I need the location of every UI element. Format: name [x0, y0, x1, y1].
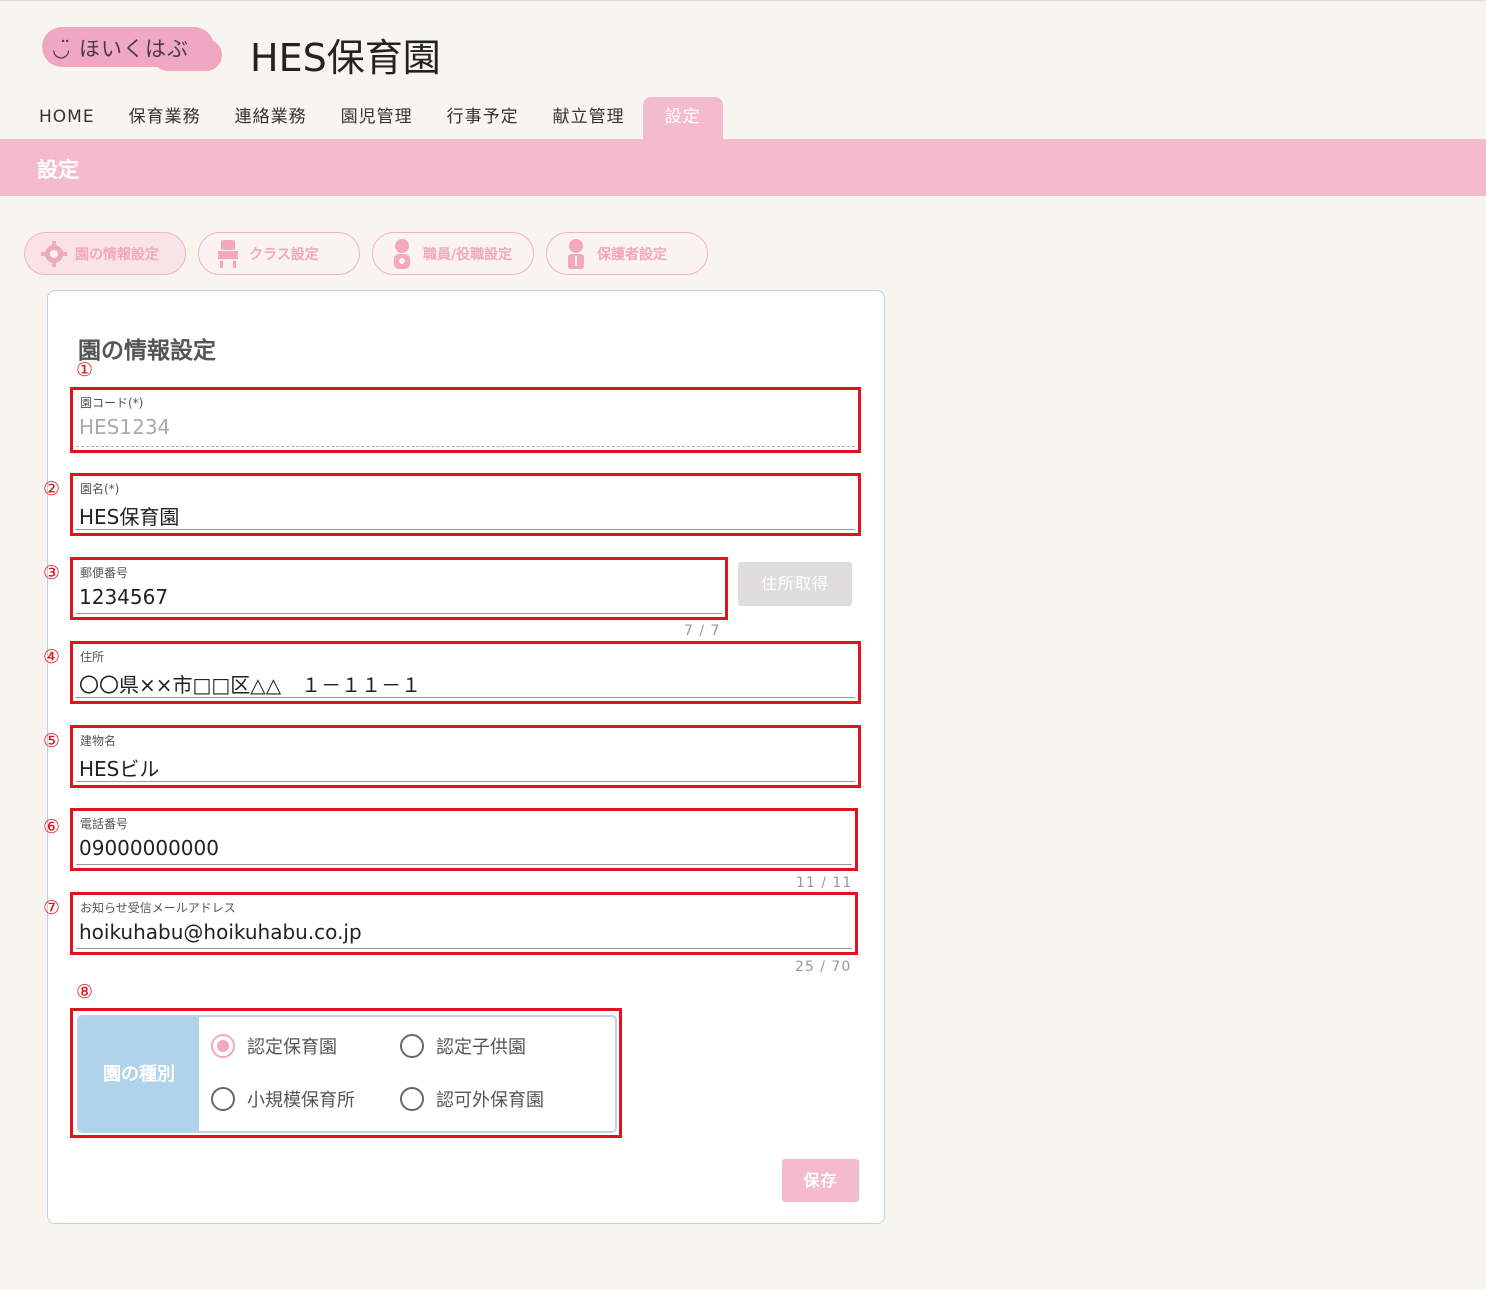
annotation-5: ⑤	[43, 730, 61, 752]
logo-text: ◡̈ ほいくはぶ	[52, 37, 190, 61]
address-field[interactable]: 住所 〇〇県××市□□区△△ １－１１－１	[70, 641, 861, 704]
subtab-guardian[interactable]: 保護者設定	[546, 232, 708, 275]
postal-code-input-area[interactable]: 郵便番号 1234567	[76, 560, 722, 614]
radio-label: 認可外保育園	[436, 1090, 544, 1111]
annotation-1: ①	[76, 359, 94, 381]
annotation-7: ⑦	[43, 897, 61, 919]
annotation-4: ④	[43, 646, 61, 668]
main-nav: HOME 保育業務 連絡業務 園児管理 行事予定 献立管理 設定	[0, 97, 723, 139]
radio-circle[interactable]	[211, 1034, 235, 1058]
building-name-label: 建物名	[80, 734, 117, 748]
subtab-facility-info[interactable]: 園の情報設定	[24, 232, 186, 275]
page-title: 設定	[37, 158, 79, 182]
nav-item-childcare[interactable]: 保育業務	[109, 97, 221, 139]
annotation-2: ②	[43, 478, 61, 500]
subtab-staff[interactable]: 職員/役職設定	[372, 232, 534, 275]
page-header-band: 設定	[0, 139, 1486, 196]
annotation-8: ⑧	[76, 981, 94, 1003]
facility-code-value: HES1234	[79, 415, 171, 439]
radio-certified-nursery[interactable]: 認定保育園	[211, 1033, 337, 1059]
subtab-label: クラス設定	[249, 246, 319, 263]
facility-name-label: 園名(*)	[80, 482, 120, 496]
postal-code-value[interactable]: 1234567	[79, 585, 168, 609]
building-name-value[interactable]: HESビル	[79, 753, 159, 782]
settings-subtabs: 園の情報設定 クラス設定 職員/役職設定 保護者設定	[24, 232, 708, 275]
nav-item-home[interactable]: HOME	[0, 97, 115, 139]
building-name-field[interactable]: 建物名 HESビル	[70, 725, 861, 788]
radio-label: 小規模保育所	[247, 1090, 355, 1111]
facility-type-panel: 園の種別 認定保育園 認定子供園 小規模保育所 認可外保育園	[77, 1015, 617, 1133]
radio-circle[interactable]	[400, 1087, 424, 1111]
email-field[interactable]: お知らせ受信メールアドレス hoikuhabu@hoikuhabu.co.jp	[70, 892, 858, 955]
address-value[interactable]: 〇〇県××市□□区△△ １－１１－１	[79, 669, 421, 698]
nav-item-menu[interactable]: 献立管理	[533, 97, 645, 139]
radio-circle[interactable]	[400, 1034, 424, 1058]
smile-icon: ◡̈	[52, 37, 72, 61]
subtab-label: 園の情報設定	[75, 246, 159, 263]
facility-title: HES保育園	[250, 36, 441, 80]
facility-code-field: 園コード(*) HES1234	[70, 387, 861, 453]
address-label: 住所	[80, 650, 105, 664]
nav-item-children[interactable]: 園児管理	[321, 97, 433, 139]
postal-code-label: 郵便番号	[80, 566, 129, 580]
facility-name-field[interactable]: 園名(*) HES保育園	[70, 473, 861, 536]
postal-code-field[interactable]: 郵便番号 1234567	[70, 557, 728, 620]
annotation-3: ③	[43, 562, 61, 584]
radio-label: 認定保育園	[247, 1037, 337, 1058]
address-input-area[interactable]: 住所 〇〇県××市□□区△△ １－１１－１	[76, 644, 855, 698]
email-label: お知らせ受信メールアドレス	[80, 901, 236, 915]
guardian-icon	[563, 238, 589, 269]
radio-circle[interactable]	[211, 1087, 235, 1111]
phone-field[interactable]: 電話番号 09000000000	[70, 808, 858, 871]
phone-value[interactable]: 09000000000	[79, 836, 219, 860]
phone-input-area[interactable]: 電話番号 09000000000	[76, 811, 852, 865]
subtab-class[interactable]: クラス設定	[198, 232, 360, 275]
gear-icon	[41, 239, 67, 269]
facility-code-label: 園コード(*)	[80, 396, 144, 410]
facility-type-label: 園の種別	[79, 1017, 199, 1131]
phone-label: 電話番号	[80, 817, 129, 831]
building-name-input-area[interactable]: 建物名 HESビル	[76, 728, 855, 782]
nav-item-settings[interactable]: 設定	[642, 97, 723, 139]
nav-item-events[interactable]: 行事予定	[427, 97, 539, 139]
get-address-button[interactable]: 住所取得	[738, 562, 852, 606]
facility-code-input-area: 園コード(*) HES1234	[76, 390, 855, 447]
card-title: 園の情報設定	[78, 338, 216, 364]
app-logo[interactable]: ◡̈ ほいくはぶ	[42, 27, 222, 71]
postal-code-counter: 7 / 7	[684, 623, 721, 639]
staff-icon	[389, 238, 415, 269]
class-icon	[215, 239, 241, 269]
email-value[interactable]: hoikuhabu@hoikuhabu.co.jp	[79, 920, 362, 944]
save-button[interactable]: 保存	[782, 1159, 859, 1202]
email-input-area[interactable]: お知らせ受信メールアドレス hoikuhabu@hoikuhabu.co.jp	[76, 895, 852, 949]
annotation-6: ⑥	[43, 816, 61, 838]
facility-name-value[interactable]: HES保育園	[79, 501, 179, 530]
nav-item-contact[interactable]: 連絡業務	[215, 97, 327, 139]
subtab-label: 保護者設定	[597, 246, 667, 263]
radio-certified-kodomoen[interactable]: 認定子供園	[400, 1033, 526, 1059]
phone-counter: 11 / 11	[796, 875, 853, 891]
facility-name-input-area[interactable]: 園名(*) HES保育園	[76, 476, 855, 530]
email-counter: 25 / 70	[795, 959, 852, 975]
radio-unlicensed-nursery[interactable]: 認可外保育園	[400, 1086, 544, 1112]
facility-type-group: 園の種別 認定保育園 認定子供園 小規模保育所 認可外保育園	[70, 1008, 622, 1138]
facility-info-card: 園の情報設定 ① 園コード(*) HES1234 ② 園名(*) HES保育園 …	[43, 290, 885, 1224]
radio-small-nursery[interactable]: 小規模保育所	[211, 1086, 355, 1112]
subtab-label: 職員/役職設定	[423, 246, 513, 263]
radio-label: 認定子供園	[436, 1037, 526, 1058]
